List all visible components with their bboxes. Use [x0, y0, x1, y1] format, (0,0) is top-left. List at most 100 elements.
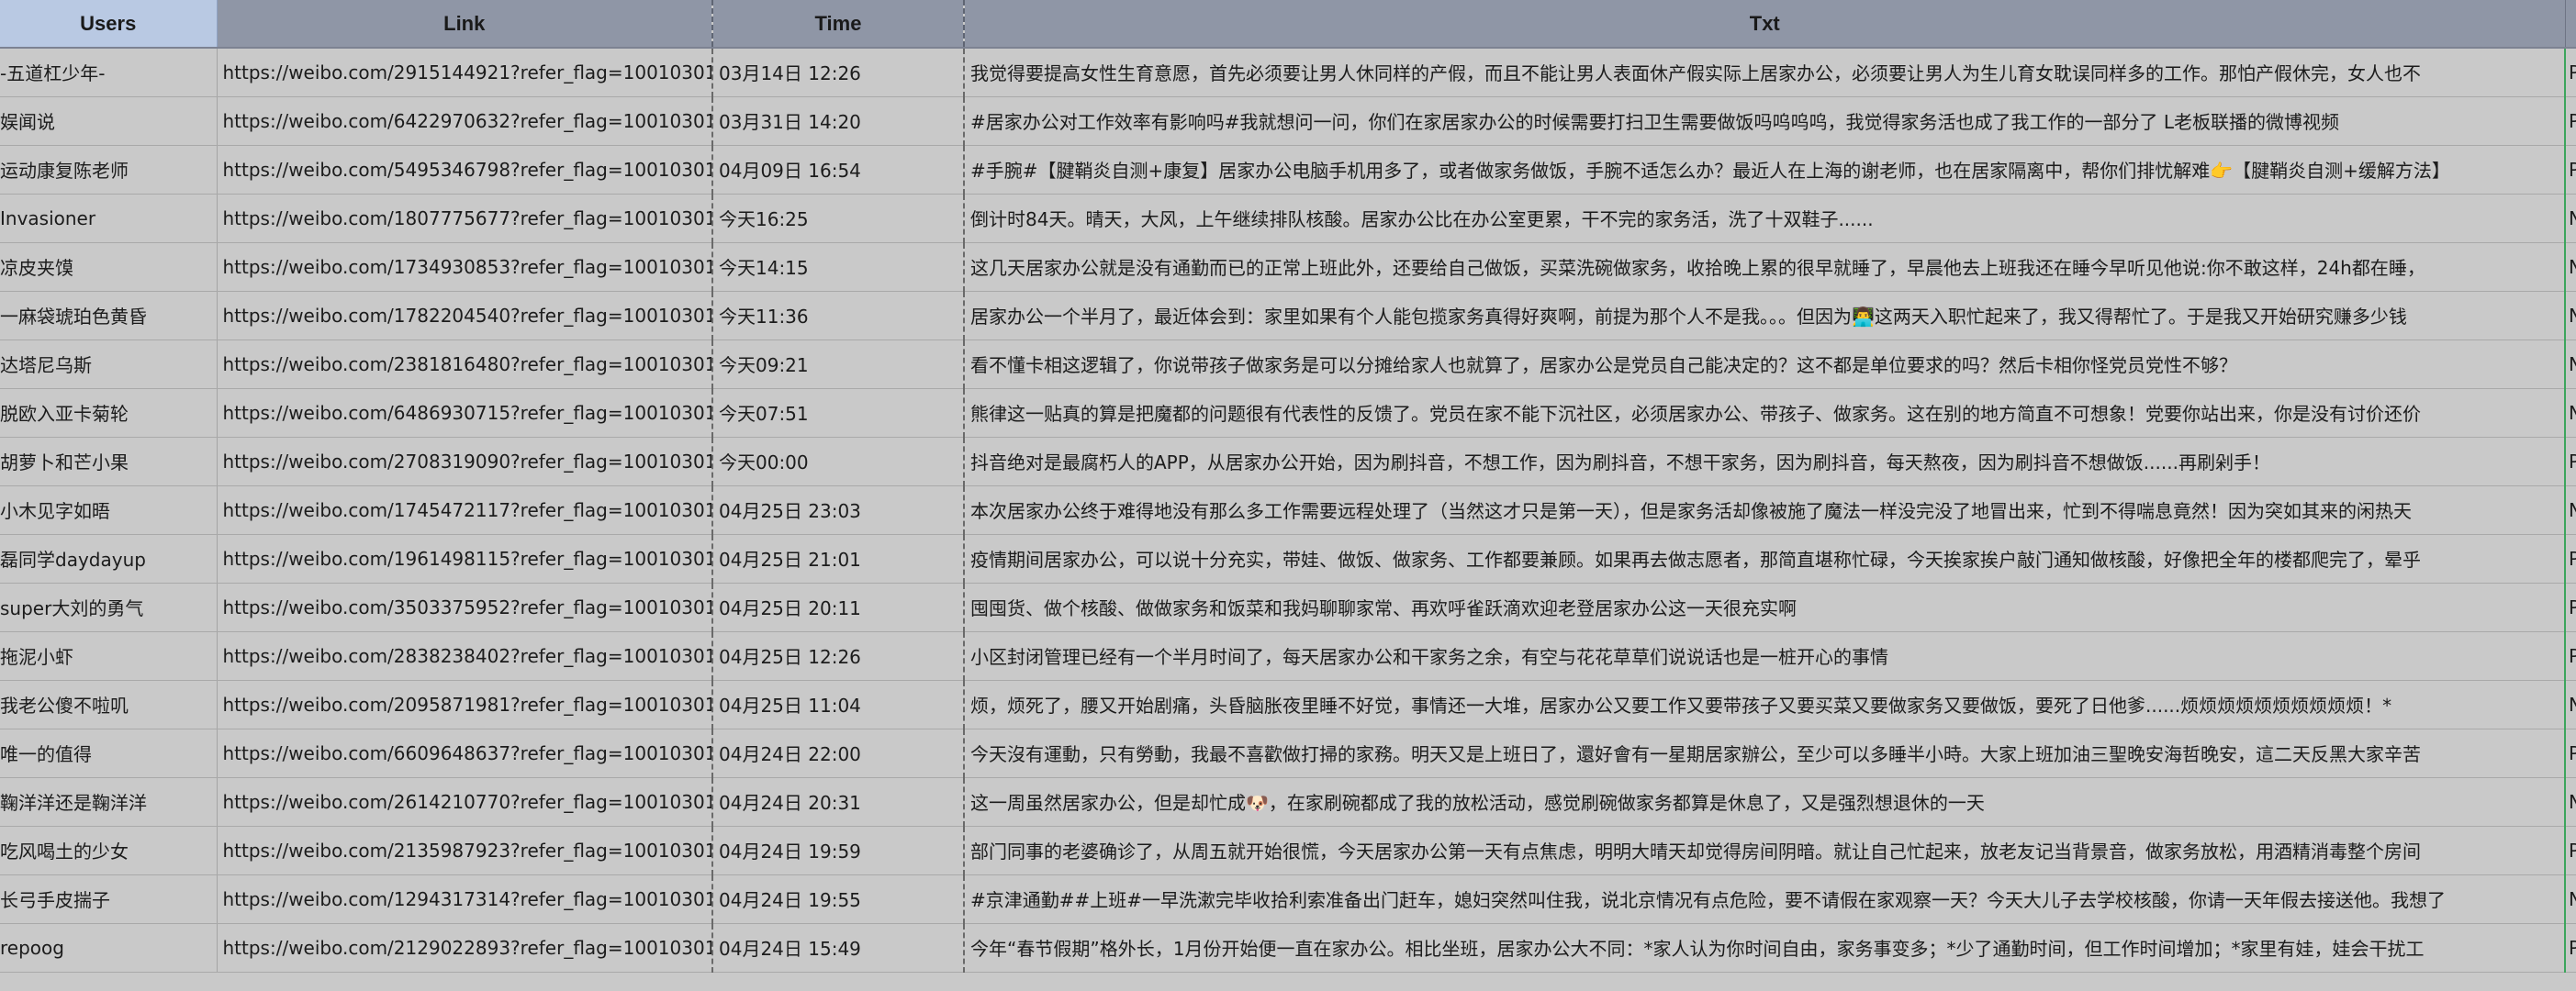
cell-txt[interactable]: 我觉得要提高女性生育意愿，首先必须要让男人休同样的产假，而且不能让男人表面休产假…	[964, 48, 2566, 97]
cell-extra[interactable]: P	[2564, 534, 2576, 584]
cell-link[interactable]: https://weibo.com/2129022893?refer_flag=…	[217, 923, 713, 973]
cell-time[interactable]: 04月25日 20:11	[712, 583, 965, 632]
cell-user[interactable]: 一麻袋琥珀色黄昏	[0, 291, 218, 340]
cell-link[interactable]: https://weibo.com/1807775677?refer_flag=…	[217, 194, 713, 243]
column-header-link[interactable]: Link	[217, 0, 713, 49]
column-header-txt[interactable]: Txt	[964, 0, 2566, 49]
cell-txt[interactable]: 这几天居家办公就是没有通勤而已的正常上班此外，还要给自己做饭，买菜洗碗做家务，收…	[964, 242, 2566, 292]
cell-link[interactable]: https://weibo.com/1294317314?refer_flag=…	[217, 874, 713, 924]
cell-txt[interactable]: 熊律这一贴真的算是把魔都的问题很有代表性的反馈了。党员在家不能下沉社区，必须居家…	[964, 388, 2566, 438]
cell-user[interactable]: 长弓手皮揣子	[0, 874, 218, 924]
cell-user[interactable]: 达塔尼乌斯	[0, 340, 218, 389]
cell-link[interactable]: https://weibo.com/5495346798?refer_flag=…	[217, 145, 713, 195]
cell-txt[interactable]: 疫情期间居家办公，可以说十分充实，带娃、做饭、做家务、工作都要兼顾。如果再去做志…	[964, 534, 2566, 584]
cell-user[interactable]: 拖泥小虾	[0, 631, 218, 681]
cell-extra[interactable]: N	[2564, 242, 2576, 292]
cell-user[interactable]: 胡萝卜和芒小果	[0, 437, 218, 486]
cell-link[interactable]: https://weibo.com/6422970632?refer_flag=…	[217, 96, 713, 146]
cell-txt[interactable]: 这一周虽然居家办公，但是却忙成🐶，在家刷碗都成了我的放松活动，感觉刷碗做家务都算…	[964, 777, 2566, 827]
cell-link[interactable]: https://weibo.com/6609648637?refer_flag=…	[217, 729, 713, 778]
cell-time[interactable]: 04月24日 15:49	[712, 923, 965, 973]
cell-user[interactable]: 我老公傻不啦叽	[0, 680, 218, 729]
cell-extra[interactable]: N	[2564, 485, 2576, 535]
cell-extra[interactable]: N	[2564, 874, 2576, 924]
cell-extra[interactable]: N	[2564, 388, 2576, 438]
cell-time[interactable]: 04月24日 20:31	[712, 777, 965, 827]
cell-extra[interactable]: N	[2564, 340, 2576, 389]
cell-time[interactable]: 04月09日 16:54	[712, 145, 965, 195]
cell-time[interactable]: 04月25日 21:01	[712, 534, 965, 584]
cell-extra[interactable]: P	[2564, 631, 2576, 681]
cell-txt[interactable]: 今年“春节假期”格外长，1月份开始便一直在家办公。相比坐班，居家办公大不同：*家…	[964, 923, 2566, 973]
column-header-users[interactable]: Users	[0, 0, 218, 49]
cell-user[interactable]: 凉皮夹馍	[0, 242, 218, 292]
column-header-time[interactable]: Time	[712, 0, 965, 49]
cell-time[interactable]: 03月31日 14:20	[712, 96, 965, 146]
cell-txt[interactable]: 今天沒有運動，只有勞動，我最不喜歡做打掃的家務。明天又是上班日了，還好會有一星期…	[964, 729, 2566, 778]
cell-extra[interactable]: P	[2564, 826, 2576, 875]
cell-link[interactable]: https://weibo.com/1734930853?refer_flag=…	[217, 242, 713, 292]
cell-txt[interactable]: 居家办公一个半月了，最近体会到：家里如果有个人能包揽家务真得好爽啊，前提为那个人…	[964, 291, 2566, 340]
cell-extra[interactable]: N	[2564, 291, 2576, 340]
cell-link[interactable]: https://weibo.com/2095871981?refer_flag=…	[217, 680, 713, 729]
cell-extra[interactable]: P	[2564, 437, 2576, 486]
cell-time[interactable]: 今天09:21	[712, 340, 965, 389]
cell-link[interactable]: https://weibo.com/2838238402?refer_flag=…	[217, 631, 713, 681]
cell-user[interactable]: -五道杠少年-	[0, 48, 218, 97]
cell-link[interactable]: https://weibo.com/2135987923?refer_flag=…	[217, 826, 713, 875]
cell-time[interactable]: 今天14:15	[712, 242, 965, 292]
cell-extra[interactable]: P	[2564, 729, 2576, 778]
cell-user[interactable]: super大刘的勇气	[0, 583, 218, 632]
cell-txt[interactable]: 本次居家办公终于难得地没有那么多工作需要远程处理了（当然这才只是第一天），但是家…	[964, 485, 2566, 535]
cell-user[interactable]: 鞠洋洋还是鞠洋洋	[0, 777, 218, 827]
cell-time[interactable]: 04月24日 22:00	[712, 729, 965, 778]
cell-extra[interactable]: N	[2564, 194, 2576, 243]
cell-time[interactable]: 04月25日 12:26	[712, 631, 965, 681]
cell-time[interactable]: 04月24日 19:59	[712, 826, 965, 875]
cell-link[interactable]: https://weibo.com/1961498115?refer_flag=…	[217, 534, 713, 584]
cell-time[interactable]: 04月25日 23:03	[712, 485, 965, 535]
cell-link[interactable]: https://weibo.com/1782204540?refer_flag=…	[217, 291, 713, 340]
cell-txt[interactable]: 看不懂卡相这逻辑了，你说带孩子做家务是可以分摊给家人也就算了，居家办公是党员自己…	[964, 340, 2566, 389]
cell-extra[interactable]: P	[2564, 96, 2576, 146]
cell-link[interactable]: https://weibo.com/2708319090?refer_flag=…	[217, 437, 713, 486]
cell-extra[interactable]: P	[2564, 145, 2576, 195]
cell-link[interactable]: https://weibo.com/2381816480?refer_flag=…	[217, 340, 713, 389]
cell-time[interactable]: 今天16:25	[712, 194, 965, 243]
cell-txt[interactable]: #手腕#【腱鞘炎自测+康复】居家办公电脑手机用多了，或者做家务做饭，手腕不适怎么…	[964, 145, 2566, 195]
cell-user[interactable]: 吃风喝土的少女	[0, 826, 218, 875]
cell-link[interactable]: https://weibo.com/6486930715?refer_flag=…	[217, 388, 713, 438]
cell-user[interactable]: 脱欧入亚卡菊轮	[0, 388, 218, 438]
cell-extra[interactable]: N	[2564, 777, 2576, 827]
cell-txt[interactable]: #居家办公对工作效率有影响吗#我就想问一问，你们在家居家办公的时候需要打扫卫生需…	[964, 96, 2566, 146]
cell-time[interactable]: 03月14日 12:26	[712, 48, 965, 97]
cell-extra[interactable]: P	[2564, 48, 2576, 97]
cell-user[interactable]: 小木见字如晤	[0, 485, 218, 535]
cell-link[interactable]: https://weibo.com/2915144921?refer_flag=…	[217, 48, 713, 97]
cell-txt[interactable]: 烦，烦死了，腰又开始剧痛，头昏脑胀夜里睡不好觉，事情还一大堆，居家办公又要工作又…	[964, 680, 2566, 729]
cell-txt[interactable]: 囤囤货、做个核酸、做做家务和饭菜和我妈聊聊家常、再欢呼雀跃滴欢迎老登居家办公这一…	[964, 583, 2566, 632]
cell-txt[interactable]: #京津通勤##上班#一早洗漱完毕收拾利索准备出门赶车，媳妇突然叫住我，说北京情况…	[964, 874, 2566, 924]
cell-txt[interactable]: 抖音绝对是最腐朽人的APP，从居家办公开始，因为刷抖音，不想工作，因为刷抖音，不…	[964, 437, 2566, 486]
cell-user[interactable]: Invasioner	[0, 194, 218, 243]
cell-link[interactable]: https://weibo.com/1745472117?refer_flag=…	[217, 485, 713, 535]
cell-extra[interactable]: P	[2564, 923, 2576, 973]
cell-user[interactable]: repoog	[0, 923, 218, 973]
cell-user[interactable]: 运动康复陈老师	[0, 145, 218, 195]
cell-txt[interactable]: 倒计时84天。晴天，大风，上午继续排队核酸。居家办公比在办公室更累，干不完的家务…	[964, 194, 2566, 243]
cell-user[interactable]: 娱闻说	[0, 96, 218, 146]
cell-user[interactable]: 磊同学daydayup	[0, 534, 218, 584]
cell-time[interactable]: 今天00:00	[712, 437, 965, 486]
cell-extra[interactable]: N	[2564, 680, 2576, 729]
cell-link[interactable]: https://weibo.com/2614210770?refer_flag=…	[217, 777, 713, 827]
cell-time[interactable]: 今天11:36	[712, 291, 965, 340]
cell-link[interactable]: https://weibo.com/3503375952?refer_flag=…	[217, 583, 713, 632]
cell-txt[interactable]: 部门同事的老婆确诊了，从周五就开始很慌，今天居家办公第一天有点焦虑，明明大晴天却…	[964, 826, 2566, 875]
cell-time[interactable]: 今天07:51	[712, 388, 965, 438]
cell-user[interactable]: 唯一的值得	[0, 729, 218, 778]
cell-time[interactable]: 04月25日 11:04	[712, 680, 965, 729]
cell-txt[interactable]: 小区封闭管理已经有一个半月时间了，每天居家办公和干家务之余，有空与花花草草们说说…	[964, 631, 2566, 681]
cell-time[interactable]: 04月24日 19:55	[712, 874, 965, 924]
column-header-extra[interactable]	[2565, 0, 2576, 49]
cell-extra[interactable]: P	[2564, 583, 2576, 632]
